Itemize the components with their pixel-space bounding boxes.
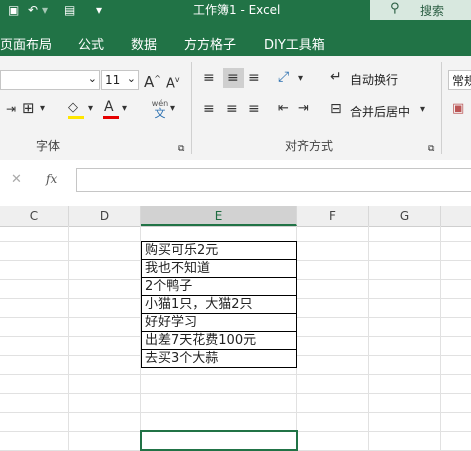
chevron-down-icon[interactable]: ▾ <box>122 100 127 118</box>
accounting-format-icon[interactable]: ▣ <box>452 100 464 118</box>
chevron-down-icon[interactable]: ▾ <box>40 100 45 118</box>
align-right-icon[interactable]: ≡ <box>248 100 260 118</box>
fill-color-swatch <box>68 116 84 119</box>
font-color-swatch <box>103 116 119 119</box>
table-cell[interactable]: 去买3个大蒜 <box>141 349 297 368</box>
align-middle-button[interactable]: ≡ <box>223 68 244 88</box>
ribbon: ⌄ 11 ⌄ A^ Av ⇥ ⊞ ▾ ◇ ▾ A ▾ wén 文 ▾ 字体 ⧉ … <box>0 56 471 161</box>
number-format-value: 常规 <box>452 74 471 88</box>
insert-function-icon[interactable]: fx <box>46 172 57 186</box>
increase-font-icon[interactable]: A^ <box>144 70 161 91</box>
tab-fangfang[interactable]: 方方格子 <box>184 34 236 53</box>
increase-indent-icon[interactable]: ⇥ <box>298 100 309 118</box>
worksheet-grid[interactable]: 购买可乐2元 我也不知道 2个鸭子 小猫1只，大猫2只 好好学习 出差7天花费1… <box>0 226 471 451</box>
table-cell[interactable]: 出差7天花费100元 <box>141 331 297 350</box>
title-bar: ▣ ↶ ▾ ▤ ▾ 工作簿1 - Excel ⚲ 搜索 <box>0 0 471 26</box>
group-divider <box>191 62 192 154</box>
tab-formulas[interactable]: 公式 <box>78 34 104 53</box>
gridline <box>0 412 471 413</box>
column-header-f[interactable]: F <box>297 206 369 226</box>
align-bottom-icon[interactable]: ≡ <box>248 69 260 87</box>
search-label: 搜索 <box>420 4 445 18</box>
window-title: 工作簿1 - Excel <box>193 3 281 17</box>
dialog-launcher-icon[interactable]: ⧉ <box>178 140 184 158</box>
table-cell[interactable]: 2个鸭子 <box>141 277 297 296</box>
group-label-font: 字体 <box>36 139 61 153</box>
table-cell[interactable]: 我也不知道 <box>141 259 297 278</box>
chevron-down-icon[interactable]: ▾ <box>298 70 303 88</box>
font-size-value: 11 <box>105 73 121 87</box>
fill-color-icon[interactable]: ◇ <box>68 99 78 117</box>
borders-icon[interactable]: ⊞ <box>22 99 35 117</box>
column-headers: C D E F G <box>0 206 471 227</box>
wrap-text-icon[interactable]: ↵ <box>330 68 342 86</box>
decrease-font-icon[interactable]: Av <box>166 71 180 93</box>
save-icon[interactable]: ▣ <box>8 0 19 20</box>
font-name-combo[interactable]: ⌄ <box>0 70 100 90</box>
font-size-combo[interactable]: 11 ⌄ <box>101 70 139 90</box>
merge-center-label[interactable]: 合并后居中 <box>350 103 410 120</box>
chevron-down-icon[interactable]: ▾ <box>420 101 425 119</box>
tab-diy-toolbox[interactable]: DIY工具箱 <box>264 34 325 53</box>
chevron-down-icon: ⌄ <box>87 72 97 85</box>
undo-dropdown-icon[interactable]: ▾ <box>42 0 48 20</box>
chevron-down-icon: ⌄ <box>126 72 136 85</box>
cancel-icon[interactable]: ✕ <box>11 172 22 187</box>
table-cell[interactable]: 购买可乐2元 <box>141 241 297 260</box>
formula-input[interactable] <box>76 168 471 192</box>
column-header-c[interactable]: C <box>0 206 69 226</box>
format-painter-icon[interactable]: ⇥ <box>6 100 16 118</box>
phonetic-bottom: 文 <box>154 107 166 120</box>
merge-center-icon[interactable]: ⊟ <box>330 100 342 118</box>
search-box[interactable]: ⚲ 搜索 <box>370 0 471 20</box>
phonetic-guide-button[interactable]: wén 文 <box>151 99 169 119</box>
column-header-g[interactable]: G <box>369 206 441 226</box>
ribbon-tabs: 页面布局 公式 数据 方方格子 DIY工具箱 <box>0 26 471 56</box>
column-header-d[interactable]: D <box>69 206 141 226</box>
group-divider <box>441 62 442 154</box>
number-format-combo[interactable]: 常规 <box>448 70 471 90</box>
table-cell[interactable]: 好好学习 <box>141 313 297 332</box>
undo-icon[interactable]: ↶ <box>28 0 38 20</box>
chevron-down-icon[interactable]: ▾ <box>170 100 175 118</box>
document-icon[interactable]: ▤ <box>64 0 75 20</box>
group-label-alignment: 对齐方式 <box>285 139 334 153</box>
font-color-icon[interactable]: A <box>104 98 114 116</box>
tab-page-layout[interactable]: 页面布局 <box>0 34 52 53</box>
wrap-text-label[interactable]: 自动换行 <box>350 71 398 88</box>
align-top-icon[interactable]: ≡ <box>203 69 215 87</box>
align-middle-icon: ≡ <box>227 70 239 86</box>
table-cell[interactable]: 小猫1只，大猫2只 <box>141 295 297 314</box>
search-icon: ⚲ <box>390 1 400 16</box>
active-cell-selection[interactable] <box>140 430 298 451</box>
orientation-icon[interactable]: ⤢ <box>278 68 289 86</box>
gridline <box>0 393 471 394</box>
dialog-launcher-icon[interactable]: ⧉ <box>428 140 434 158</box>
chevron-down-icon[interactable]: ▾ <box>88 100 93 118</box>
tab-data[interactable]: 数据 <box>131 34 157 53</box>
customize-toolbar-icon[interactable]: ▾ <box>96 0 102 20</box>
align-left-icon[interactable]: ≡ <box>203 100 215 118</box>
align-center-icon[interactable]: ≡ <box>226 100 238 118</box>
decrease-indent-icon[interactable]: ⇤ <box>278 100 289 118</box>
formula-bar: ✕ ✓ fx <box>0 160 471 207</box>
column-header-e[interactable]: E <box>141 206 297 226</box>
gridline <box>0 374 471 375</box>
